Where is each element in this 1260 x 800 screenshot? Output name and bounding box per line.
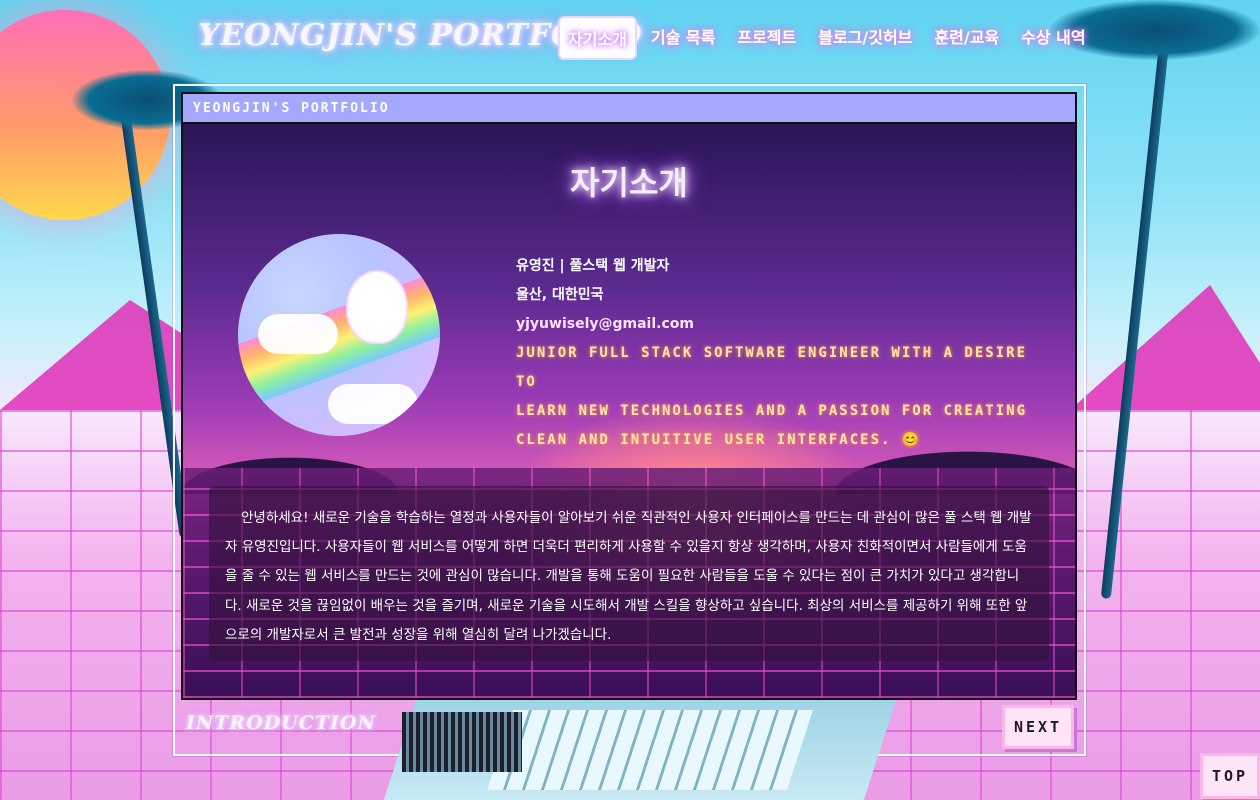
intro-window: YEONGJIN'S PORTFOLIO 자기소개 유영진 | 풀스택 웹 개발…	[181, 92, 1077, 700]
profile-tagline-line: Junior Full Stack Software Engineer with…	[516, 345, 1028, 390]
nav-item-skills[interactable]: 기술 목록	[643, 16, 723, 60]
synthwave-scene: 자기소개 유영진 | 풀스택 웹 개발자 울산, 대한민국 yjyuwisely…	[183, 124, 1075, 698]
unicorn-bunny-icon	[348, 272, 406, 342]
profile-tagline-line: clean and intuitive user interfaces. 😊	[516, 432, 922, 448]
nav-item-awards[interactable]: 수상 내역	[1013, 16, 1093, 60]
nav-item-training[interactable]: 훈련/교육	[926, 16, 1007, 60]
computer-vent-decoration	[402, 712, 522, 772]
profile-name-role: 유영진 | 풀스택 웹 개발자	[516, 258, 670, 274]
next-button[interactable]: NEXT	[1002, 705, 1074, 749]
intro-paragraph: 안녕하세요! 새로운 기술을 학습하는 열정과 사용자들이 알아보기 쉬운 직관…	[225, 510, 1032, 643]
profile-email-link[interactable]: yjyuwisely@gmail.com	[516, 310, 1036, 339]
nav-item-projects[interactable]: 프로젝트	[729, 16, 804, 60]
right-mountain-decoration	[1070, 285, 1260, 410]
window-titlebar: YEONGJIN'S PORTFOLIO	[183, 94, 1075, 124]
section-label: INTRODUCTION	[186, 712, 376, 734]
nav-item-blog-github[interactable]: 블로그/깃허브	[810, 16, 920, 60]
keyboard-keys-decoration	[487, 710, 813, 790]
avatar-cloud-icon	[328, 384, 418, 424]
section-title: 자기소개	[570, 164, 688, 202]
profile-location: 울산, 대한민국	[516, 287, 604, 303]
profile-avatar	[238, 234, 440, 436]
avatar-cloud-icon	[258, 314, 338, 354]
profile-tagline-line: learn new technologies and a passion for…	[516, 403, 1028, 419]
profile-info: 유영진 | 풀스택 웹 개발자 울산, 대한민국 yjyuwisely@gmai…	[516, 252, 1036, 455]
nav-item-intro[interactable]: 자기소개	[558, 16, 637, 60]
intro-text-box: 안녕하세요! 새로운 기술을 학습하는 열정과 사용자들이 알아보기 쉬운 직관…	[209, 486, 1049, 661]
scroll-top-button[interactable]: TOP	[1200, 753, 1260, 799]
main-nav: 자기소개 기술 목록 프로젝트 블로그/깃허브 훈련/교육 수상 내역	[558, 16, 1094, 60]
